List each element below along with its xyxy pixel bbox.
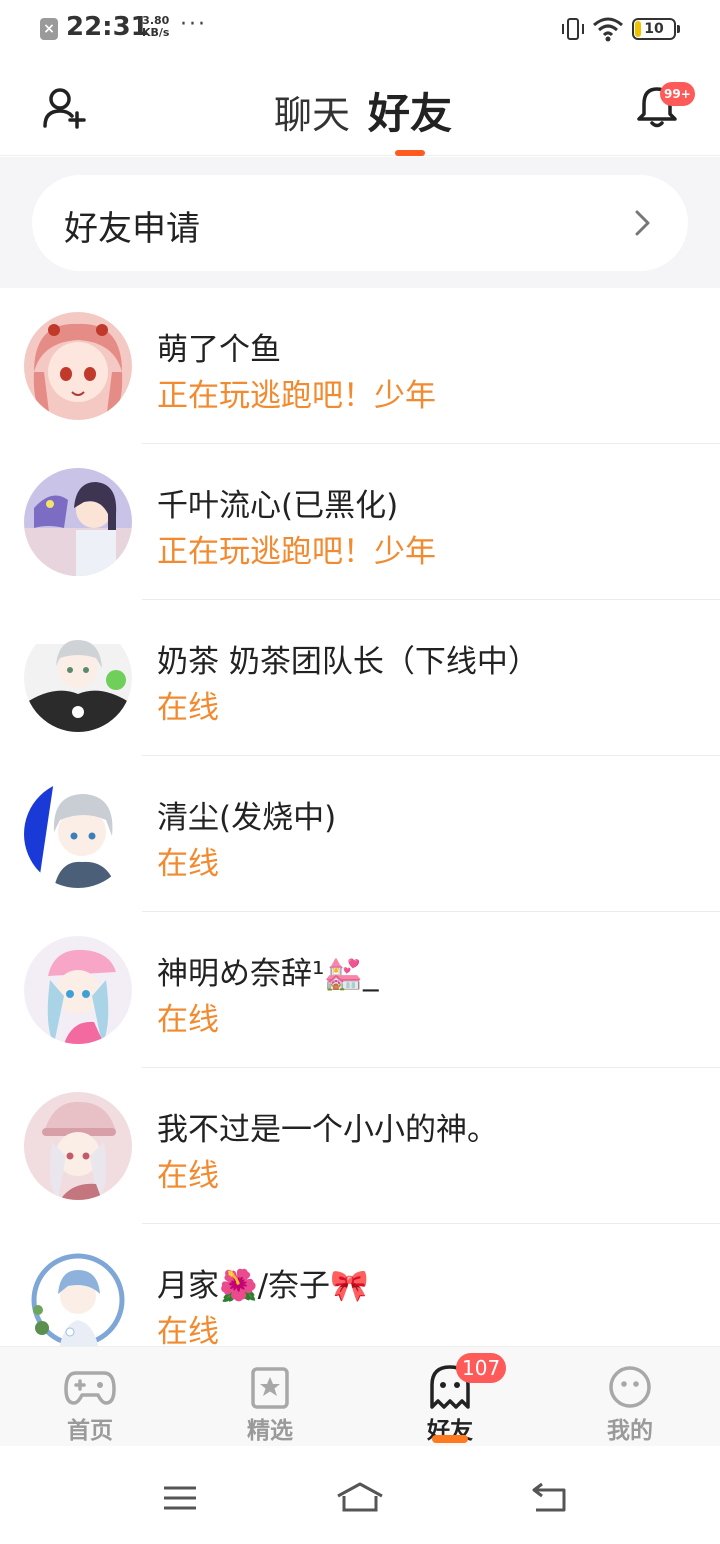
status-time: 22:31 bbox=[66, 12, 149, 42]
friend-row[interactable]: 神明め奈辞¹💒_ 在线 bbox=[0, 912, 720, 1068]
chevron-right-icon bbox=[635, 210, 650, 236]
smiley-icon bbox=[609, 1366, 651, 1408]
friend-row[interactable]: 奶茶 奶茶团队长（下线中） 在线 bbox=[0, 600, 720, 756]
tab-friends[interactable]: 好友 bbox=[368, 80, 452, 141]
add-friend-icon[interactable] bbox=[42, 86, 86, 130]
friend-status: 在线 bbox=[157, 1002, 219, 1038]
nav-featured[interactable]: 精选 bbox=[180, 1347, 360, 1447]
network-speed-unit: KB/s bbox=[142, 26, 170, 39]
active-nav-indicator bbox=[432, 1435, 468, 1443]
friend-request-section: 好友申请 bbox=[0, 157, 720, 288]
back-icon[interactable] bbox=[530, 1482, 570, 1514]
friends-badge: 107 bbox=[456, 1353, 507, 1383]
friend-row[interactable]: 我不过是一个小小的神。 在线 bbox=[0, 1068, 720, 1224]
friend-name: 我不过是一个小小的神。 bbox=[157, 1112, 498, 1148]
friend-row[interactable]: 清尘(发烧中) 在线 bbox=[0, 756, 720, 912]
nav-featured-label: 精选 bbox=[247, 1418, 293, 1444]
menu-icon[interactable] bbox=[160, 1482, 200, 1514]
nav-me[interactable]: 我的 bbox=[540, 1347, 720, 1447]
notification-close-icon: × bbox=[40, 18, 58, 40]
avatar[interactable] bbox=[24, 1248, 132, 1346]
friend-name: 千叶流心(已黑化) bbox=[157, 488, 399, 524]
friend-row[interactable]: 月家🌺/奈子🎀 在线 bbox=[0, 1224, 720, 1346]
friend-name: 萌了个鱼 bbox=[157, 332, 281, 368]
friend-status: 在线 bbox=[157, 690, 219, 726]
avatar[interactable] bbox=[24, 468, 132, 576]
friend-row[interactable]: 千叶流心(已黑化) 正在玩逃跑吧！少年 bbox=[0, 444, 720, 600]
network-speed: 3.80 KB/s bbox=[142, 15, 169, 39]
friend-status: 在线 bbox=[157, 1158, 219, 1194]
star-bookmark-icon bbox=[251, 1367, 289, 1409]
friend-name: 月家🌺/奈子🎀 bbox=[157, 1268, 369, 1304]
top-header: 聊天 好友 99+ bbox=[0, 56, 720, 156]
nav-home[interactable]: 首页 bbox=[0, 1347, 180, 1447]
friend-request-button[interactable]: 好友申请 bbox=[32, 175, 688, 271]
avatar[interactable] bbox=[24, 1092, 132, 1200]
friend-status: 正在玩逃跑吧！少年 bbox=[157, 534, 436, 570]
friend-name: 神明め奈辞¹💒_ bbox=[157, 956, 379, 992]
home-icon[interactable] bbox=[336, 1482, 384, 1514]
friend-row[interactable]: 萌了个鱼 正在玩逃跑吧！少年 bbox=[0, 288, 720, 444]
notification-badge: 99+ bbox=[660, 82, 695, 106]
nav-me-label: 我的 bbox=[607, 1418, 653, 1444]
friend-name: 清尘(发烧中) bbox=[157, 800, 337, 836]
tab-chat[interactable]: 聊天 bbox=[274, 84, 350, 139]
battery-icon: 10 bbox=[632, 18, 680, 40]
system-nav-bar bbox=[0, 1446, 720, 1544]
friend-status: 正在玩逃跑吧！少年 bbox=[157, 378, 436, 414]
avatar[interactable] bbox=[24, 312, 132, 420]
friend-name: 奶茶 奶茶团队长（下线中） bbox=[157, 644, 539, 680]
nav-home-label: 首页 bbox=[67, 1418, 113, 1444]
wifi-icon bbox=[593, 17, 623, 42]
battery-level: 10 bbox=[644, 21, 664, 37]
avatar[interactable] bbox=[24, 780, 132, 888]
status-bar: × 22:31 3.80 KB/s ··· 10 bbox=[0, 0, 720, 56]
friend-request-label: 好友申请 bbox=[64, 209, 200, 249]
gamepad-icon bbox=[64, 1371, 116, 1405]
friend-status: 在线 bbox=[157, 846, 219, 882]
avatar[interactable] bbox=[24, 936, 132, 1044]
avatar[interactable] bbox=[24, 624, 132, 732]
vibrate-icon bbox=[562, 18, 584, 40]
more-notifications-icon: ··· bbox=[180, 12, 207, 37]
friend-status: 在线 bbox=[157, 1314, 219, 1346]
bottom-nav: 首页 精选 107 好友 我的 bbox=[0, 1346, 720, 1446]
active-tab-indicator bbox=[395, 150, 425, 156]
friend-list: 萌了个鱼 正在玩逃跑吧！少年 千叶流心(已黑化) 正在玩逃跑吧！少年 奶茶 奶茶… bbox=[0, 288, 720, 1346]
nav-friends[interactable]: 107 好友 bbox=[360, 1347, 540, 1447]
